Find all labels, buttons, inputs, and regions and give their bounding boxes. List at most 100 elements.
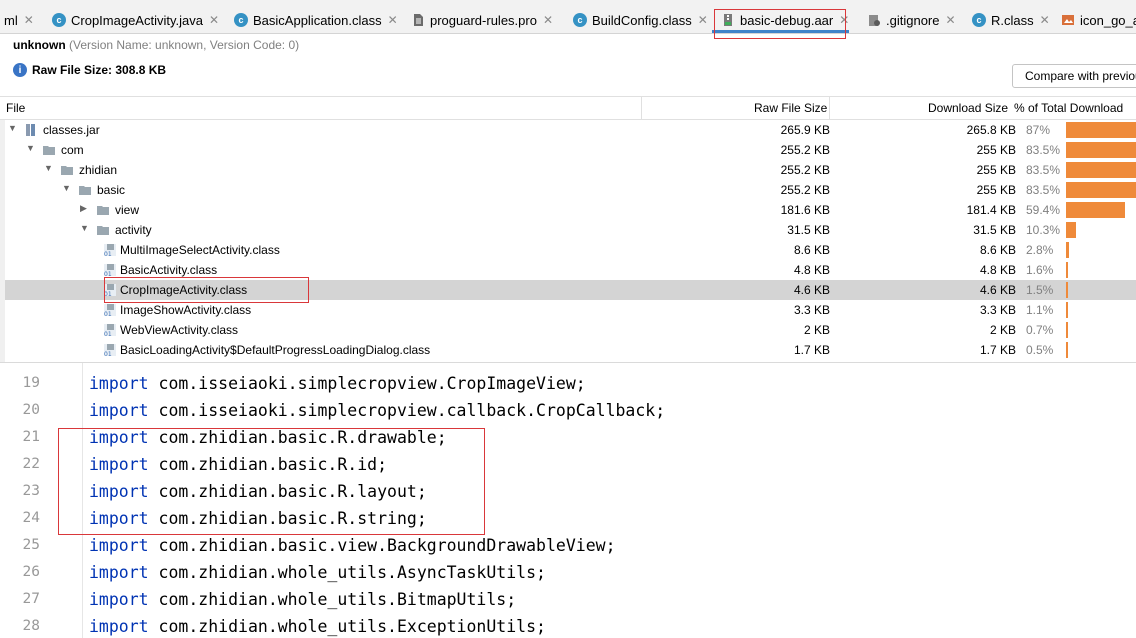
code-line[interactable]: 20 import com.isseiaoki.simplecropview.ca… <box>0 397 1136 424</box>
code-line[interactable]: 27 import com.zhidian.whole_utils.BitmapU… <box>0 586 1136 613</box>
line-number: 25 <box>22 537 40 553</box>
percent-cell: 1.5% <box>1026 283 1054 297</box>
tree-row[interactable]: ▼ com 255.2 KB 255 KB 83.5% <box>5 140 1136 160</box>
file-tree: ▼ classes.jar 265.9 KB 265.8 KB 87% ▼ com 255.2… <box>0 120 1136 362</box>
code-text: import com.zhidian.whole_utils.AsyncTask… <box>89 559 546 586</box>
tree-row[interactable]: ▼ zhidian 255.2 KB 255 KB 83.5% <box>5 160 1136 180</box>
tab-gitignore[interactable]: .gitignore ✕ <box>867 8 956 32</box>
tree-row-name: view <box>115 203 140 217</box>
version-info: (Version Name: unknown, Version Code: 0) <box>69 38 300 52</box>
percent-bar <box>1066 262 1068 278</box>
column-raw-size[interactable]: Raw File Size <box>754 101 827 115</box>
download-size-cell: 255 KB <box>976 143 1016 157</box>
close-icon[interactable]: ✕ <box>1040 13 1050 27</box>
column-download-size[interactable]: Download Size <box>928 101 1008 115</box>
column-separator[interactable] <box>829 97 830 119</box>
import-path: com.isseiaoki.simplecropview.CropImageVi… <box>148 374 586 393</box>
expand-arrow-icon[interactable]: ▼ <box>8 123 17 133</box>
import-path: com.zhidian.whole_utils.BitmapUtils; <box>148 590 517 609</box>
tree-row-name: basic <box>97 183 126 197</box>
close-icon[interactable]: ✕ <box>543 13 553 27</box>
tree-row[interactable]: ▼ basic 255.2 KB 255 KB 83.5% <box>5 180 1136 200</box>
raw-size-cell: 255.2 KB <box>780 163 830 177</box>
percent-cell: 1.1% <box>1026 303 1054 317</box>
line-number: 24 <box>22 510 40 526</box>
tab-xml[interactable]: ml ✕ <box>4 8 34 32</box>
close-icon[interactable]: ✕ <box>945 13 955 27</box>
class-file-icon: 01 <box>104 264 116 277</box>
code-text: import com.isseiaoki.simplecropview.Crop… <box>89 370 586 397</box>
percent-bar <box>1066 162 1136 178</box>
tree-row[interactable]: 01 ImageShowActivity.class 3.3 KB 3.3 KB 1.1… <box>5 300 1136 320</box>
folder-icon <box>43 146 55 155</box>
code-line[interactable]: 19 import com.isseiaoki.simplecropview.Cr… <box>0 370 1136 397</box>
expand-arrow-icon[interactable]: ▼ <box>44 163 53 173</box>
tab-crop-image-activity-java[interactable]: c CropImageActivity.java ✕ <box>52 8 219 32</box>
tree-row[interactable]: ▶ view 181.6 KB 181.4 KB 59.4% <box>5 200 1136 220</box>
tree-row-name: BasicActivity.class <box>120 263 218 277</box>
close-icon[interactable]: ✕ <box>698 13 708 27</box>
close-icon[interactable]: ✕ <box>388 13 398 27</box>
tree-row[interactable]: 01 MultiImageSelectActivity.class 8.6 KB 8.… <box>5 240 1136 260</box>
tab-label: BuildConfig.class <box>592 12 692 28</box>
percent-bar <box>1066 342 1068 358</box>
expand-arrow-icon[interactable]: ▼ <box>62 183 71 193</box>
download-size-cell: 265.8 KB <box>966 123 1016 137</box>
gitignore-icon <box>869 15 880 26</box>
close-icon[interactable]: ✕ <box>24 13 34 27</box>
tab-label: R.class <box>991 12 1034 28</box>
app-name: unknown <box>13 38 66 52</box>
import-path: com.zhidian.whole_utils.ExceptionUtils; <box>148 617 546 636</box>
keyword: import <box>89 536 149 555</box>
tab-label: ml <box>4 12 18 28</box>
percent-bar <box>1066 142 1136 158</box>
expand-arrow-icon[interactable]: ▼ <box>26 143 35 153</box>
raw-size-cell: 31.5 KB <box>787 223 830 237</box>
code-line[interactable]: 25 import com.zhidian.basic.view.Backgrou… <box>0 532 1136 559</box>
tab-build-config-class[interactable]: c BuildConfig.class ✕ <box>573 8 708 32</box>
tree-row[interactable]: 01 BasicLoadingActivity$DefaultProgressLo… <box>5 340 1136 360</box>
code-line[interactable]: 28 import com.zhidian.whole_utils.Excepti… <box>0 613 1136 638</box>
tree-table-header: File Raw File Size Download Size % of To… <box>0 96 1136 120</box>
percent-bar <box>1066 322 1068 338</box>
download-size-cell: 255 KB <box>976 163 1016 177</box>
percent-cell: 83.5% <box>1026 143 1061 157</box>
tab-proguard-rules[interactable]: proguard-rules.pro ✕ <box>411 8 553 32</box>
code-text: import com.zhidian.whole_utils.Exception… <box>89 613 546 638</box>
code-text: import com.zhidian.whole_utils.BitmapUti… <box>89 586 516 613</box>
tree-row-name: com <box>61 143 84 157</box>
tab-basic-application-class[interactable]: c BasicApplication.class ✕ <box>234 8 398 32</box>
raw-size-cell: 181.6 KB <box>780 203 830 217</box>
folder-icon <box>97 226 109 235</box>
raw-file-size-label: Raw File Size: 308.8 KB <box>32 63 167 77</box>
raw-file-size: i Raw File Size: 308.8 KB <box>13 63 166 77</box>
jar-icon <box>26 124 35 136</box>
keyword: import <box>89 617 149 636</box>
column-file[interactable]: File <box>6 101 25 115</box>
file-icon <box>414 14 423 26</box>
column-separator[interactable] <box>641 97 642 119</box>
collapse-arrow-icon[interactable]: ▶ <box>80 203 87 214</box>
line-number: 19 <box>22 375 40 391</box>
close-icon[interactable]: ✕ <box>209 13 219 27</box>
percent-bar <box>1066 182 1136 198</box>
percent-cell: 2.8% <box>1026 243 1054 257</box>
percent-bar <box>1066 222 1077 238</box>
svg-text:01: 01 <box>104 351 112 357</box>
download-size-cell: 255 KB <box>976 183 1016 197</box>
keyword: import <box>89 401 149 420</box>
raw-size-cell: 2 KB <box>803 323 830 337</box>
highlight-box-imports <box>58 428 485 535</box>
code-line[interactable]: 26 import com.zhidian.whole_utils.AsyncTa… <box>0 559 1136 586</box>
compare-with-previous-button[interactable]: Compare with previous <box>1012 64 1136 88</box>
tree-row[interactable]: ▼ classes.jar 265.9 KB 265.8 KB 87% <box>5 120 1136 140</box>
expand-arrow-icon[interactable]: ▼ <box>80 223 89 233</box>
tree-row[interactable]: ▼ activity 31.5 KB 31.5 KB 10.3% <box>5 220 1136 240</box>
keyword: import <box>89 374 149 393</box>
column-percent[interactable]: % of Total Download <box>1014 101 1123 115</box>
tree-row[interactable]: 01 WebViewActivity.class 2 KB 2 KB 0.7% <box>5 320 1136 340</box>
tab-r-class[interactable]: c R.class ✕ <box>972 8 1050 32</box>
tree-row-name: WebViewActivity.class <box>120 323 239 337</box>
percent-bar <box>1066 122 1136 138</box>
tab-icon-go[interactable]: icon_go_a <box>1061 8 1136 32</box>
